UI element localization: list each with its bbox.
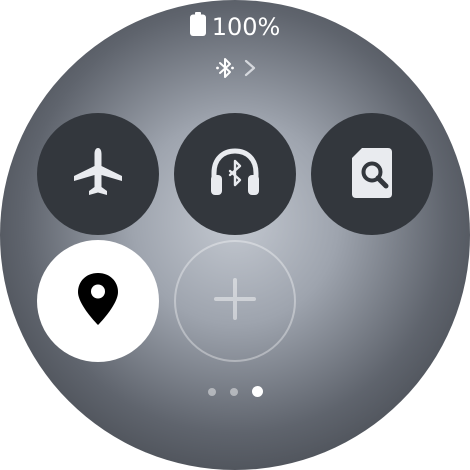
add-tile-button[interactable] xyxy=(174,240,296,362)
watch-face: 100% xyxy=(0,0,470,470)
chevron-right-icon xyxy=(243,58,257,82)
status-bar: 100% xyxy=(0,12,470,42)
battery-percentage: 100% xyxy=(211,13,281,41)
tile-find-my-phone[interactable] xyxy=(311,113,433,235)
airplane-icon xyxy=(68,142,128,206)
find-phone-icon xyxy=(342,142,402,206)
location-pin-icon xyxy=(73,269,123,333)
page-indicator xyxy=(0,386,470,397)
page-dot-3-current xyxy=(251,386,263,397)
tile-location[interactable] xyxy=(37,240,159,362)
bluetooth-icon xyxy=(213,56,237,84)
tile-airplane-mode[interactable] xyxy=(37,113,159,235)
headphones-bluetooth-icon xyxy=(204,141,266,207)
bluetooth-status[interactable] xyxy=(0,56,470,84)
page-dot-1 xyxy=(207,387,216,396)
battery-full-icon xyxy=(189,12,206,42)
tile-bluetooth-audio[interactable] xyxy=(174,113,296,235)
page-dot-2 xyxy=(229,387,238,396)
plus-icon xyxy=(210,274,260,328)
